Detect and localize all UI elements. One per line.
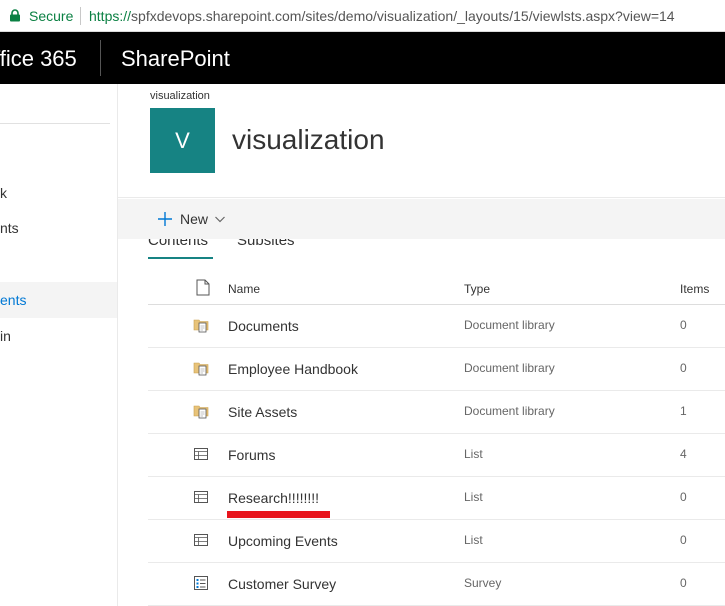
nav-item-documents[interactable]: nts [0, 210, 117, 246]
site-logo-letter: V [175, 127, 190, 153]
list-icon [194, 448, 208, 460]
table-row[interactable]: Documents Document library 0 [148, 305, 725, 348]
document-library-icon [193, 362, 209, 376]
breadcrumb[interactable]: visualization [150, 90, 210, 102]
office365-link[interactable]: ffice 365 [0, 46, 77, 72]
row-name[interactable]: Documents [228, 318, 299, 334]
list-icon [194, 491, 208, 503]
row-name[interactable]: Site Assets [228, 404, 297, 420]
row-name[interactable]: Forums [228, 447, 275, 463]
row-items: 1 [680, 404, 687, 418]
table-row[interactable]: Upcoming Events List 0 [148, 520, 725, 563]
row-items: 0 [680, 361, 687, 375]
survey-icon [194, 576, 208, 590]
row-type: Survey [464, 576, 502, 590]
browser-address-bar[interactable]: Secure https://spfxdevops.sharepoint.com… [0, 0, 725, 32]
header-divider [118, 197, 725, 198]
chevron-down-icon [215, 216, 225, 222]
table-row[interactable]: Site Assets Document library 1 [148, 391, 725, 434]
row-type: Document library [464, 361, 555, 375]
nav-item-notebook[interactable]: k [0, 175, 117, 211]
row-name[interactable]: Research!!!!!!!! [228, 490, 319, 506]
site-title[interactable]: visualization [232, 124, 385, 156]
url-scheme: https:// [89, 8, 132, 24]
document-library-icon [193, 319, 209, 333]
address-divider [80, 7, 81, 25]
table-row[interactable]: Employee Handbook Document library 0 [148, 348, 725, 391]
column-header-type[interactable]: Type [464, 282, 490, 296]
sharepoint-link[interactable]: SharePoint [121, 46, 230, 72]
file-type-icon [196, 279, 210, 296]
active-tab-indicator [148, 257, 213, 259]
url-text[interactable]: https://spfxdevops.sharepoint.com/sites/… [89, 8, 675, 24]
new-button-label: New [180, 211, 209, 227]
plus-icon [158, 212, 172, 226]
url-path: spfxdevops.sharepoint.com/sites/demo/vis… [131, 8, 675, 24]
annotation-underline [227, 511, 330, 518]
row-items: 0 [680, 576, 687, 590]
lock-icon [10, 9, 20, 22]
new-button[interactable]: New [158, 206, 225, 232]
row-items: 0 [680, 490, 687, 504]
nav-item-site-contents[interactable]: ents [0, 282, 117, 318]
row-type: List [464, 533, 483, 547]
row-name[interactable]: Employee Handbook [228, 361, 358, 377]
nav-item-recycle-bin[interactable]: in [0, 318, 117, 354]
row-type: Document library [464, 318, 555, 332]
site-logo[interactable]: V [150, 108, 215, 173]
row-name[interactable]: Customer Survey [228, 576, 336, 592]
row-type: List [464, 490, 483, 504]
nav-divider [0, 123, 110, 124]
row-items: 0 [680, 533, 687, 547]
row-items: 0 [680, 318, 687, 332]
suite-bar: ffice 365 SharePoint [0, 32, 725, 84]
row-type: Document library [464, 404, 555, 418]
suite-divider [100, 40, 101, 76]
document-library-icon [193, 405, 209, 419]
row-items: 4 [680, 447, 687, 461]
column-header-items[interactable]: Items [680, 282, 709, 296]
table-row[interactable]: Forums List 4 [148, 434, 725, 477]
row-type: List [464, 447, 483, 461]
list-icon [194, 534, 208, 546]
table-row[interactable]: Customer Survey Survey 0 [148, 563, 725, 606]
row-name[interactable]: Upcoming Events [228, 533, 338, 549]
secure-label: Secure [29, 8, 74, 24]
column-header-name[interactable]: Name [228, 282, 260, 296]
